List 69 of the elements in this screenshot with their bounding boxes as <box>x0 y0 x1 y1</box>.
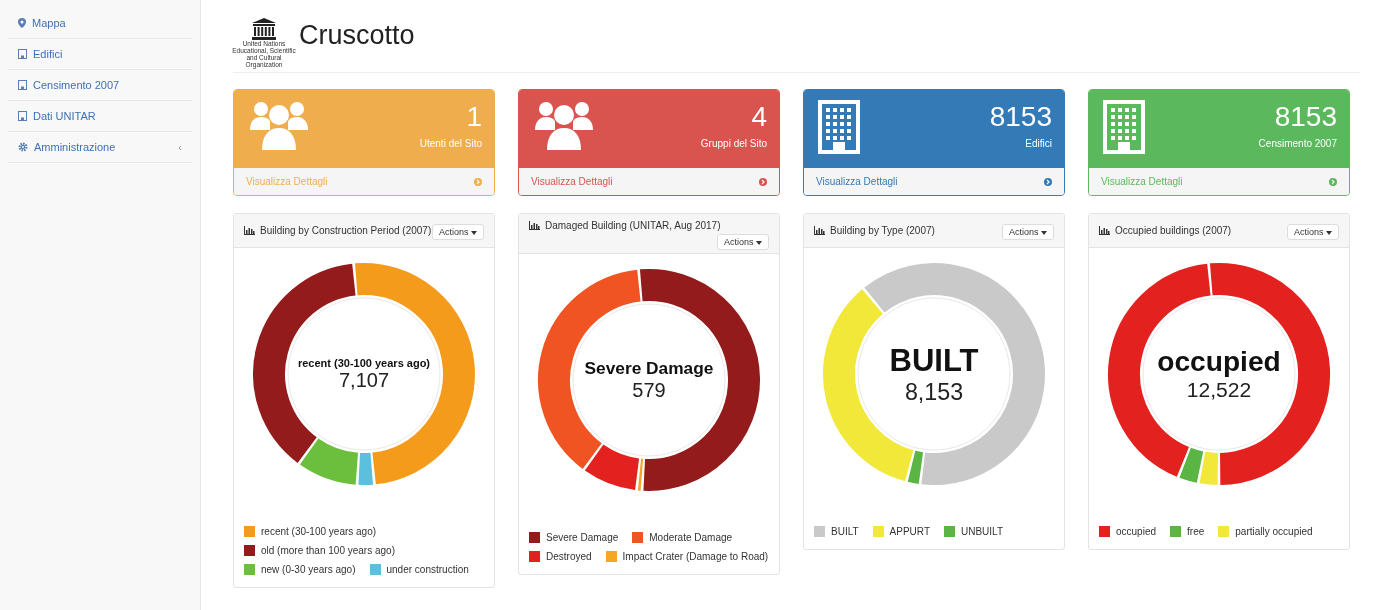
panel-title: Building by Type (2007) <box>830 225 935 236</box>
users-icon <box>248 100 310 150</box>
building-icon <box>18 111 27 121</box>
stat-value: 8153 <box>989 100 1052 134</box>
chart-center-label: BUILT <box>889 342 979 379</box>
legend-label: partially occupied <box>1235 526 1313 537</box>
legend-label: Severe Damage <box>546 532 619 543</box>
details-link[interactable]: Visualizza Dettagli <box>804 168 1064 195</box>
caret-icon <box>471 231 477 235</box>
chart-center-value: 7,107 <box>338 368 390 392</box>
legend-label: old (more than 100 years ago) <box>261 545 395 556</box>
stat-value: 8153 <box>1274 100 1337 134</box>
actions-dropdown[interactable]: Actions <box>716 234 769 250</box>
chart-center-label: occupied <box>1157 346 1281 378</box>
bar-chart-icon <box>244 226 255 235</box>
bar-chart-icon <box>529 221 540 230</box>
actions-dropdown[interactable]: Actions <box>431 224 484 240</box>
caret-icon <box>1326 231 1332 235</box>
users-icon <box>533 100 595 150</box>
settings-icon <box>18 142 28 152</box>
stat-label: Edifici <box>1025 138 1052 149</box>
bar-chart-icon <box>1099 226 1110 235</box>
legend-label: Moderate Damage <box>649 532 733 543</box>
chart-center-label: Severe Damage <box>584 358 714 379</box>
arrow-circle-icon <box>474 177 482 186</box>
map-pin-icon <box>18 18 26 28</box>
arrow-circle-icon <box>1044 177 1052 186</box>
legend-label: APPURT <box>889 526 930 537</box>
building-icon <box>818 100 860 154</box>
legend-label: Destroyed <box>546 551 592 562</box>
details-link[interactable]: Visualizza Dettagli <box>519 168 779 195</box>
stat-label: Censimento 2007 <box>1258 138 1337 149</box>
legend-label: BUILT <box>831 526 859 537</box>
actions-dropdown[interactable]: Actions <box>1001 224 1054 240</box>
sidebar-item[interactable]: Dati UNITAR <box>8 101 192 132</box>
page-title: Cruscotto <box>299 20 415 51</box>
legend-label: recent (30-100 years ago) <box>261 526 377 537</box>
legend-label: free <box>1187 526 1205 537</box>
chevron-icon[interactable]: ‹ <box>178 141 182 153</box>
stat-value: 1 <box>466 100 482 134</box>
legend-label: occupied <box>1116 526 1157 537</box>
arrow-circle-icon <box>759 177 767 186</box>
caret-icon <box>756 241 762 245</box>
actions-dropdown[interactable]: Actions <box>1286 224 1339 240</box>
legend-label: Impact Crater (Damage to Road) <box>622 551 769 562</box>
bar-chart-icon <box>814 226 825 235</box>
chart-center-label: recent (30-100 years ago) <box>297 356 431 369</box>
sidebar-item[interactable]: Amministrazione ‹ <box>8 132 192 163</box>
caret-icon <box>1041 231 1047 235</box>
chart-center-value: 8,153 <box>904 378 964 406</box>
sidebar-item[interactable]: Mappa <box>8 8 192 39</box>
building-icon <box>18 49 27 59</box>
building-icon <box>18 80 27 90</box>
stat-value: 4 <box>751 100 767 134</box>
panel-title: Building by Construction Period (2007) <box>260 225 432 236</box>
building-icon <box>1103 100 1145 154</box>
legend-label: UNBUILT <box>961 526 1004 537</box>
arrow-circle-icon <box>1329 177 1337 186</box>
chart-center-value: 12,522 <box>1186 378 1252 402</box>
panel-title: Occupied buildings (2007) <box>1115 225 1232 236</box>
sidebar-item[interactable]: Censimento 2007 <box>8 70 192 101</box>
stat-label: Gruppi del Sito <box>700 138 767 149</box>
chart-center-value: 579 <box>632 379 666 402</box>
legend-label: new (0-30 years ago) <box>261 564 356 575</box>
legend-label: under construction <box>386 564 469 575</box>
panel-title: Damaged Building (UNITAR, Aug 2017) <box>545 220 721 231</box>
sidebar-item[interactable]: Edifici <box>8 39 192 70</box>
stat-label: Utenti del Sito <box>419 138 482 149</box>
temple-logo-icon <box>252 18 276 40</box>
